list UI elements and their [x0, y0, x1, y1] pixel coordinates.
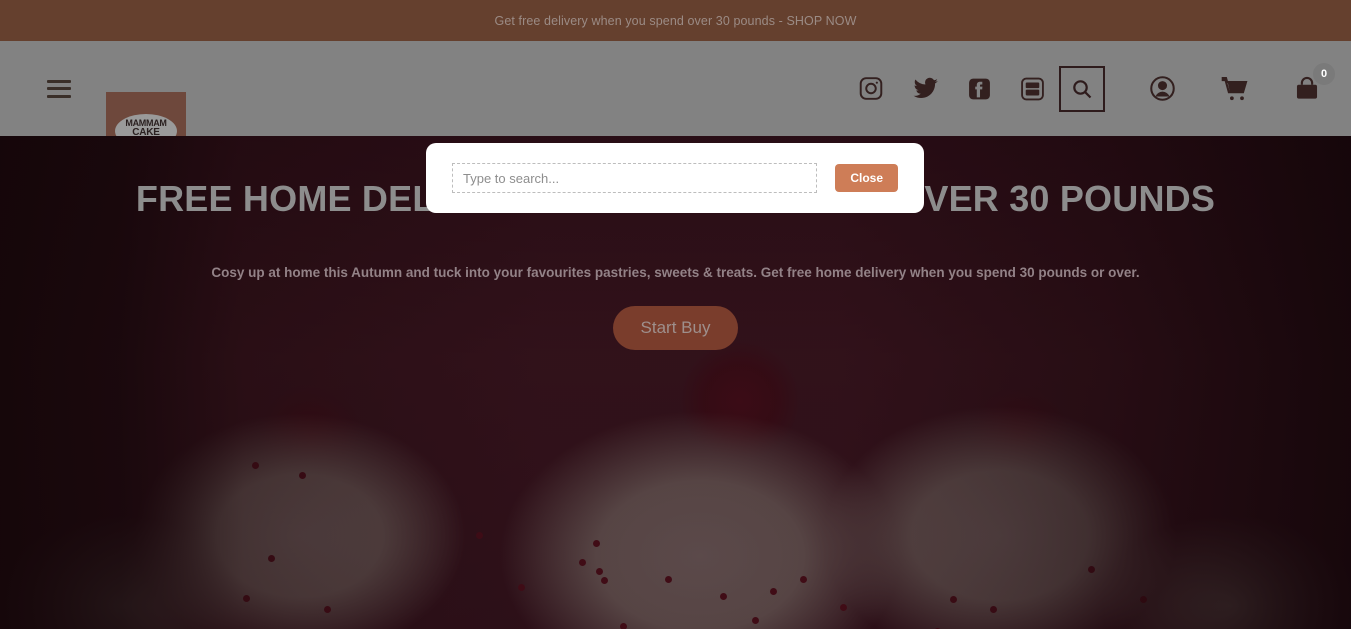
- site-header: MAMMAM CAKE BAKERY: [0, 41, 1351, 169]
- start-buy-button[interactable]: Start Buy: [612, 306, 739, 350]
- youtube-icon[interactable]: [1020, 76, 1045, 101]
- search-icon[interactable]: [1059, 65, 1105, 112]
- social-links: [858, 75, 1045, 102]
- close-search-button[interactable]: Close: [835, 164, 898, 192]
- announcement-text: Get free delivery when you spend over 30…: [494, 13, 857, 28]
- announcement-bar[interactable]: Get free delivery when you spend over 30…: [0, 0, 1351, 41]
- hamburger-bar: [47, 87, 71, 90]
- account-icon[interactable]: [1148, 74, 1177, 103]
- search-modal: Close: [426, 143, 924, 213]
- facebook-icon[interactable]: [967, 76, 992, 101]
- hamburger-menu-icon[interactable]: [47, 79, 71, 98]
- hamburger-bar: [47, 94, 71, 98]
- instagram-icon[interactable]: [858, 76, 884, 102]
- hero-subtitle: Cosy up at home this Autumn and tuck int…: [211, 265, 1140, 280]
- cart-icon[interactable]: [1220, 74, 1250, 104]
- bag-count-badge: 0: [1313, 62, 1335, 85]
- bag-button[interactable]: 0: [1293, 62, 1335, 103]
- hamburger-bar: [47, 79, 71, 83]
- search-input[interactable]: [452, 163, 818, 193]
- twitter-icon[interactable]: [912, 75, 939, 102]
- page-root: Get free delivery when you spend over 30…: [0, 0, 1351, 629]
- header-actions: 0: [1059, 62, 1335, 112]
